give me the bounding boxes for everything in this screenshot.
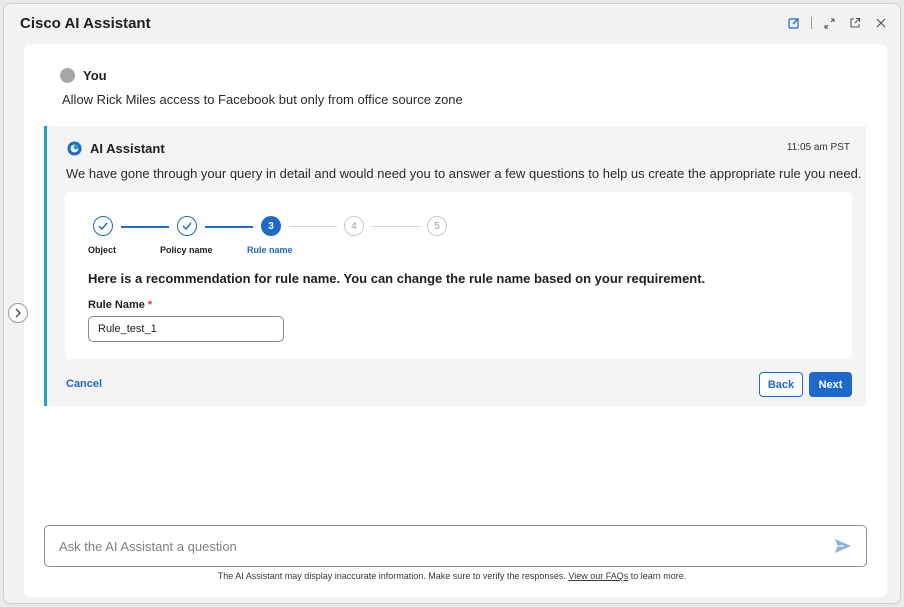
step-connector	[205, 226, 253, 228]
user-message-text: Allow Rick Miles access to Facebook but …	[62, 92, 463, 107]
step-connector	[372, 226, 420, 227]
pop-out-icon[interactable]	[848, 16, 862, 30]
disclaimer-suffix: to learn more.	[630, 571, 687, 581]
cancel-button[interactable]: Cancel	[66, 378, 102, 390]
user-message-header: You	[60, 68, 107, 83]
step-1-label: Object	[88, 245, 117, 255]
rule-name-label-text: Rule Name	[88, 299, 145, 311]
check-icon	[182, 222, 192, 230]
ai-response-card: AI Assistant 11:05 am PST We have gone t…	[44, 126, 866, 406]
chat-input-box	[44, 525, 867, 567]
step-1-complete	[93, 216, 113, 236]
check-icon	[98, 222, 108, 230]
next-button[interactable]: Next	[809, 372, 852, 397]
chat-input[interactable]	[59, 526, 819, 566]
step-2-label: Policy name	[160, 245, 213, 255]
step-3-current: 3	[261, 216, 281, 236]
chevron-right-icon	[15, 308, 21, 318]
expand-icon[interactable]	[822, 16, 836, 30]
step-connector	[289, 226, 337, 227]
ai-message-time: 11:05 am PST	[786, 142, 850, 153]
rule-wizard: Object Policy name 3 Rule name 4 5 Here …	[65, 192, 852, 359]
edit-icon[interactable]	[787, 16, 801, 30]
faq-link[interactable]: View our FAQs	[568, 571, 628, 581]
app-title: Cisco AI Assistant	[20, 15, 151, 32]
rule-name-input[interactable]	[88, 316, 284, 342]
required-marker: *	[147, 299, 153, 311]
disclaimer-text: The AI Assistant may display inaccurate …	[217, 571, 566, 581]
step-5-pending: 5	[427, 216, 447, 236]
step-3-label: Rule name	[247, 245, 293, 255]
rule-name-label: Rule Name *	[88, 299, 152, 311]
header-divider	[811, 17, 812, 29]
ai-assistant-logo-icon	[67, 141, 82, 156]
step-connector	[121, 226, 169, 228]
disclaimer-footer: The AI Assistant may display inaccurate …	[0, 571, 904, 581]
ai-message-text: We have gone through your query in detai…	[66, 166, 862, 181]
step-2-complete	[177, 216, 197, 236]
back-button[interactable]: Back	[759, 372, 803, 397]
recommendation-text: Here is a recommendation for rule name. …	[88, 271, 706, 286]
ai-sender-name: AI Assistant	[90, 141, 165, 156]
ai-message-header: AI Assistant	[67, 141, 165, 156]
sidebar-toggle-button[interactable]	[8, 303, 28, 323]
close-icon[interactable]	[874, 16, 888, 30]
step-4-pending: 4	[344, 216, 364, 236]
user-sender-name: You	[83, 68, 107, 83]
send-icon[interactable]	[834, 537, 852, 555]
user-avatar	[60, 68, 75, 83]
header-actions	[787, 16, 888, 30]
